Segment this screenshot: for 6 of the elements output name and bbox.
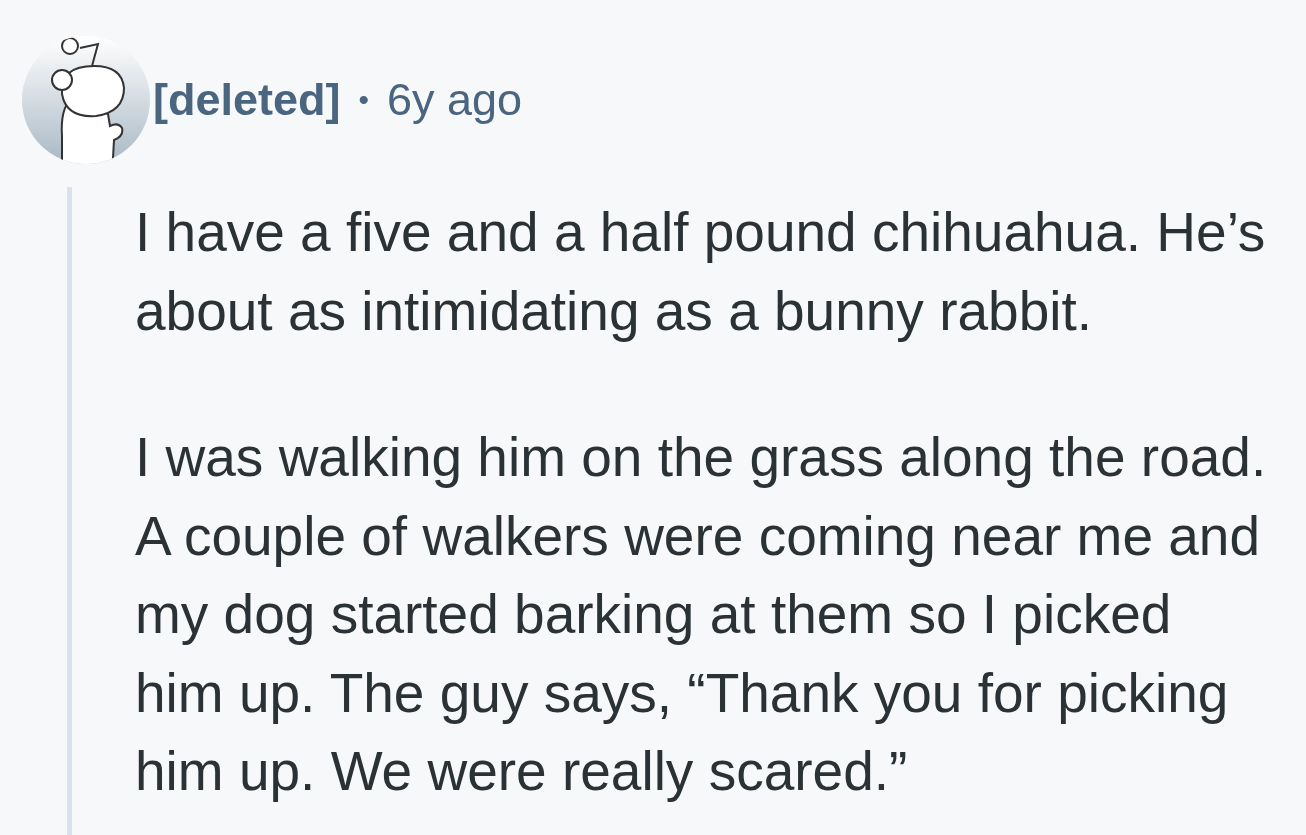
comment-paragraph: I was walking him on the grass along the road. A couple of walkers were coming near me and my dog started barking at them so I picked him up. The guy says, “Thank you for picking him up. We were really scared.”	[135, 425, 1268, 804]
comment-paragraph: I have a five and a half pound chihuahua. He’s about as intimidating as a bunny rabbit.	[135, 200, 1267, 344]
separator-dot: •	[358, 83, 370, 117]
comment-age: 6y ago	[387, 74, 523, 126]
author-name: [deleted]	[153, 74, 341, 126]
avatar-icon	[22, 36, 150, 164]
